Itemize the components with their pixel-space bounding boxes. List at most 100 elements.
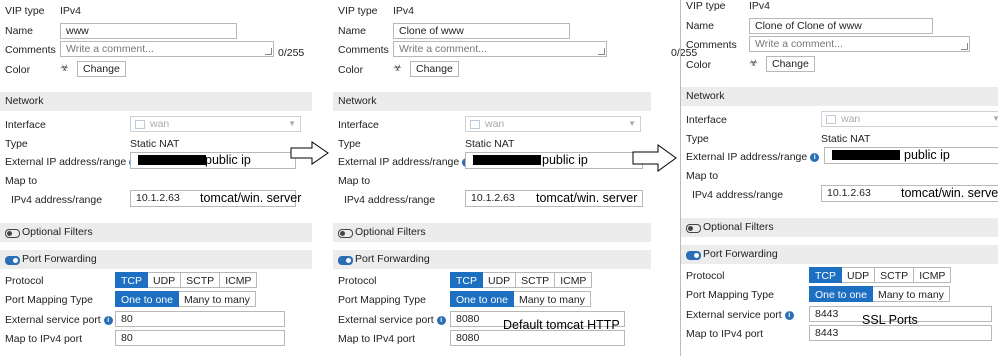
protocol-label: Protocol	[5, 275, 44, 287]
external-ip-label: External IP address/rangei	[338, 156, 472, 168]
redaction-bar	[138, 155, 206, 165]
interface-select[interactable]: wan ▼	[130, 116, 301, 132]
vip-type-label: VIP type	[5, 5, 45, 17]
external-port-value: 80	[121, 313, 133, 325]
port-forwarding-toggle[interactable]	[338, 256, 353, 265]
comments-field[interactable]: Write a comment...	[749, 36, 970, 52]
resize-handle-icon[interactable]	[265, 48, 272, 55]
external-port-value: 8080	[456, 313, 480, 325]
public-ip-annotation: public ip	[205, 153, 251, 167]
map-port-input[interactable]: 8080	[450, 330, 625, 346]
change-color-button[interactable]: Change	[766, 56, 815, 72]
optional-filters-toggle[interactable]	[5, 229, 20, 238]
change-color-button[interactable]: Change	[77, 61, 126, 77]
port-mapping-type-label: Port Mapping Type	[686, 289, 774, 301]
port-forwarding-label: Port Forwarding	[703, 248, 778, 260]
info-icon[interactable]: i	[784, 310, 794, 320]
map-port-label: Map to IPv4 port	[5, 333, 83, 345]
mapping-type-option[interactable]: Many to many	[513, 291, 591, 307]
map-port-input[interactable]: 8443	[809, 325, 992, 341]
protocol-label: Protocol	[338, 275, 377, 287]
port-forwarding-label: Port Forwarding	[355, 253, 430, 265]
port-mapping-type-selector: One to one Many to many	[115, 291, 256, 307]
optional-filters-label: Optional Filters	[355, 226, 426, 238]
network-section-header: Network	[681, 87, 998, 106]
map-port-value: 8080	[456, 332, 480, 344]
protocol-option[interactable]: TCP	[115, 272, 148, 288]
ipv4-range-value: 10.1.2.63	[827, 187, 871, 199]
map-port-input[interactable]: 80	[115, 330, 285, 346]
name-input[interactable]: Clone of www	[393, 23, 570, 39]
interface-select[interactable]: wan ▼	[821, 111, 998, 127]
mapping-type-option[interactable]: Many to many	[178, 291, 256, 307]
protocol-option[interactable]: SCTP	[875, 267, 915, 283]
protocol-option[interactable]: TCP	[450, 272, 483, 288]
mapping-type-option[interactable]: One to one	[115, 291, 179, 307]
optional-filters-toggle[interactable]	[338, 229, 353, 238]
external-port-input[interactable]: 80	[115, 311, 285, 327]
protocol-option[interactable]: TCP	[809, 267, 842, 283]
optional-filters-toggle[interactable]	[686, 224, 701, 233]
external-port-value: 8443	[815, 308, 839, 320]
protocol-option[interactable]: SCTP	[181, 272, 221, 288]
right-arrow-icon	[290, 141, 329, 165]
protocol-label: Protocol	[686, 270, 725, 282]
server-annotation: tomcat/win. server	[536, 191, 638, 205]
map-port-label: Map to IPv4 port	[686, 328, 764, 340]
protocol-option[interactable]: ICMP	[914, 267, 952, 283]
protocol-option[interactable]: SCTP	[516, 272, 556, 288]
resize-handle-icon[interactable]	[961, 43, 968, 50]
optional-filters-label: Optional Filters	[703, 221, 774, 233]
map-port-value: 8443	[815, 327, 839, 339]
public-ip-annotation: public ip	[542, 153, 588, 167]
protocol-option[interactable]: ICMP	[555, 272, 593, 288]
interface-value: wan	[841, 113, 861, 125]
interface-icon	[826, 114, 836, 124]
type-value: Static NAT	[821, 133, 871, 145]
protocol-option[interactable]: UDP	[148, 272, 182, 288]
external-port-label-text: External service port	[686, 309, 782, 321]
comments-counter: 0/255	[278, 47, 305, 59]
name-input[interactable]: www	[60, 23, 237, 39]
protocol-option[interactable]: ICMP	[220, 272, 258, 288]
map-to-label: Map to	[686, 170, 719, 182]
port-forwarding-toggle[interactable]	[5, 256, 20, 265]
ipv4-range-label: IPv4 address/range	[11, 194, 103, 206]
ipv4-range-label: IPv4 address/range	[344, 194, 436, 206]
interface-select[interactable]: wan ▼	[465, 116, 641, 132]
mapping-type-option[interactable]: One to one	[809, 286, 873, 302]
comments-label: Comments	[686, 39, 737, 51]
external-ip-label-text: External IP address/range	[5, 156, 127, 168]
mapping-type-option[interactable]: Many to many	[872, 286, 950, 302]
info-icon[interactable]: i	[436, 315, 446, 325]
protocol-option[interactable]: UDP	[842, 267, 876, 283]
chevron-down-icon: ▼	[992, 114, 998, 123]
external-ip-label: External IP address/rangei	[686, 151, 820, 163]
port-forwarding-toggle[interactable]	[686, 251, 701, 260]
protocol-option[interactable]: UDP	[483, 272, 517, 288]
comments-field[interactable]: Write a comment...	[60, 41, 274, 57]
map-port-label: Map to IPv4 port	[338, 333, 416, 345]
comments-field[interactable]: Write a comment...	[393, 41, 607, 57]
name-input[interactable]: Clone of Clone of www	[749, 18, 933, 34]
name-label: Name	[338, 25, 367, 37]
vip-type-label: VIP type	[686, 0, 726, 12]
type-value: Static NAT	[465, 138, 515, 150]
mapping-type-option[interactable]: One to one	[450, 291, 514, 307]
info-icon[interactable]: i	[810, 152, 820, 162]
external-port-label-text: External service port	[5, 314, 101, 326]
comments-label: Comments	[5, 44, 56, 56]
map-port-value: 80	[121, 332, 133, 344]
external-ip-label-text: External IP address/range	[686, 151, 808, 163]
palette-icon: ☣	[393, 63, 402, 74]
vip-type-value: IPv4	[60, 5, 82, 17]
public-ip-annotation: public ip	[904, 148, 950, 162]
interface-value: wan	[150, 118, 170, 130]
info-icon[interactable]: i	[103, 315, 113, 325]
external-port-label: External service port i	[338, 314, 446, 326]
resize-handle-icon[interactable]	[598, 48, 605, 55]
comments-placeholder: Write a comment...	[755, 38, 843, 50]
optional-filters-header: Optional Filters	[0, 223, 312, 242]
change-color-button[interactable]: Change	[410, 61, 459, 77]
color-label: Color	[338, 64, 364, 76]
